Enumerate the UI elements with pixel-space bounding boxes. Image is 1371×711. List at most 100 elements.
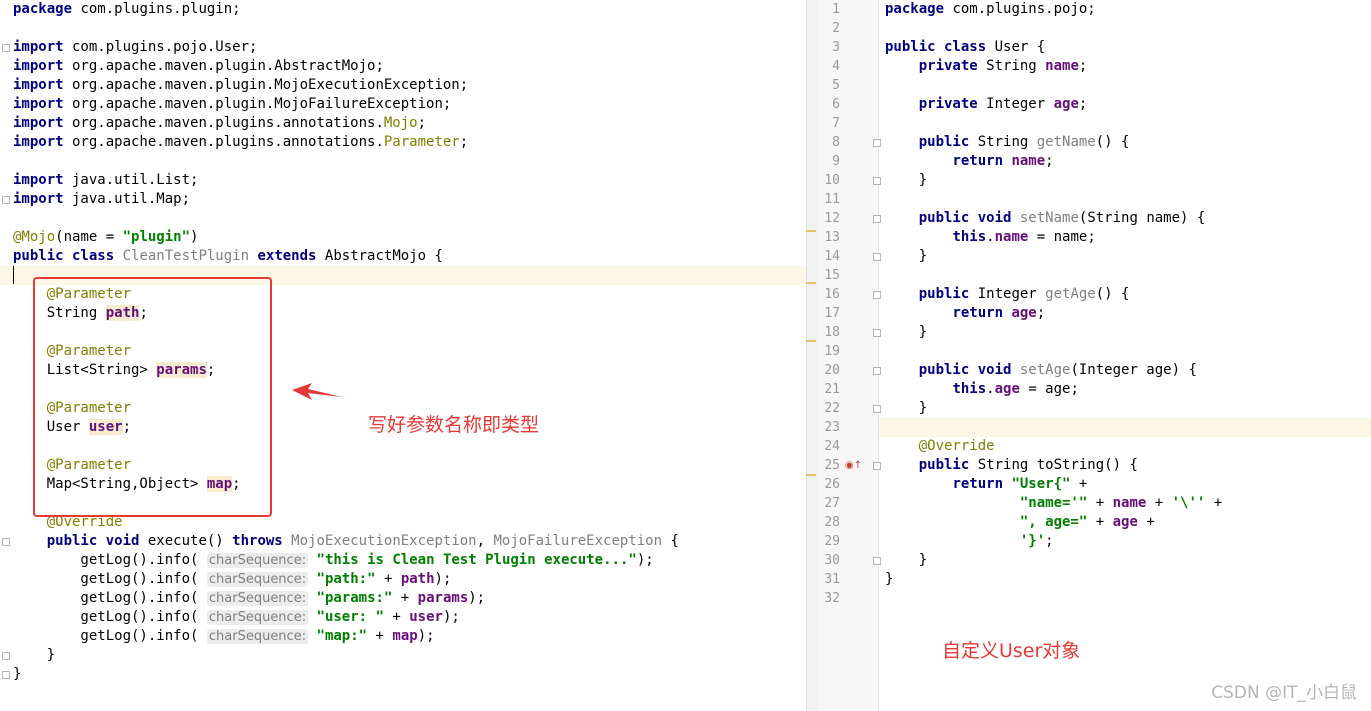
code-token: age xyxy=(994,381,1020,397)
code-line[interactable]: this.age = age; xyxy=(885,380,1078,399)
code-token: private xyxy=(918,58,978,74)
code-line[interactable]: getLog().info( charSequence: "user: " + … xyxy=(13,608,460,627)
code-line[interactable]: } xyxy=(885,570,893,589)
left-callout-text: 写好参数名称即类型 xyxy=(368,414,540,436)
fold-toggle[interactable] xyxy=(2,652,10,660)
code-line[interactable]: public void execute() throws MojoExecuti… xyxy=(13,532,679,551)
code-token: + xyxy=(383,609,410,625)
code-token: com.plugins.plugin; xyxy=(72,1,241,17)
code-line[interactable]: } xyxy=(885,399,927,418)
code-token: "name='" xyxy=(1019,495,1088,511)
code-token: MojoFailureException xyxy=(493,533,663,549)
change-marker[interactable] xyxy=(806,340,816,342)
code-token: name xyxy=(1112,495,1147,511)
code-token: public void xyxy=(918,210,1012,226)
change-marker[interactable] xyxy=(806,474,816,476)
code-line[interactable]: public String getName() { xyxy=(885,133,1130,152)
code-line[interactable]: import java.util.Map; xyxy=(13,190,190,209)
code-line[interactable]: import org.apache.maven.plugins.annotati… xyxy=(13,114,426,133)
code-line[interactable]: } xyxy=(885,247,927,266)
fold-toggle[interactable] xyxy=(2,196,10,204)
code-token: org.apache.maven.plugins.annotations. xyxy=(63,134,384,150)
code-line[interactable]: import com.plugins.pojo.User; xyxy=(13,38,257,57)
code-token: . xyxy=(986,381,995,397)
fold-toggle[interactable] xyxy=(873,462,881,470)
code-token: ; xyxy=(1078,96,1088,112)
code-line[interactable]: getLog().info( charSequence: "path:" + p… xyxy=(13,570,451,589)
code-line[interactable]: } xyxy=(885,551,927,570)
code-token: setAge xyxy=(1019,362,1071,378)
code-token: } xyxy=(885,400,928,416)
code-token: + xyxy=(1137,514,1155,530)
override-gutter-icon[interactable]: ◉↑ xyxy=(845,460,862,471)
right-callout-text: 自定义User对象 xyxy=(942,640,1081,662)
parameter-hint: charSequence: xyxy=(206,629,309,644)
code-line[interactable]: '}'; xyxy=(885,532,1054,551)
fold-toggle[interactable] xyxy=(873,367,881,375)
code-line[interactable]: ", age=" + age + xyxy=(885,513,1155,532)
line-number: 8 xyxy=(832,135,840,150)
change-marker[interactable] xyxy=(806,282,816,284)
left-editor[interactable]: package com.plugins.plugin; import com.pl… xyxy=(0,0,806,711)
code-token: () { xyxy=(1095,286,1130,302)
code-token: name xyxy=(994,229,1029,245)
code-token: AbstractMojo { xyxy=(316,248,443,264)
code-line[interactable]: import org.apache.maven.plugin.AbstractM… xyxy=(13,57,384,76)
code-line[interactable]: getLog().info( charSequence: "this is Cl… xyxy=(13,551,654,570)
watermark: CSDN @IT_小白鼠 xyxy=(1211,683,1357,703)
code-line[interactable]: public void setAge(Integer age) { xyxy=(885,361,1197,380)
code-line[interactable]: getLog().info( charSequence: "params:" +… xyxy=(13,589,485,608)
code-line[interactable]: "name='" + name + '\'' + xyxy=(885,494,1222,513)
line-number: 31 xyxy=(824,572,840,587)
code-line[interactable]: public class CleanTestPlugin extends Abs… xyxy=(13,247,443,266)
code-token: } xyxy=(885,324,928,340)
code-line[interactable]: package com.plugins.pojo; xyxy=(885,0,1096,19)
code-line[interactable]: } xyxy=(885,323,927,342)
fold-toggle[interactable] xyxy=(873,291,881,299)
code-line[interactable]: } xyxy=(13,665,21,684)
code-line[interactable]: import org.apache.maven.plugin.MojoExecu… xyxy=(13,76,468,95)
fold-toggle[interactable] xyxy=(873,329,881,337)
code-line[interactable]: } xyxy=(885,171,927,190)
code-line[interactable]: this.name = name; xyxy=(885,228,1096,247)
fold-toggle[interactable] xyxy=(873,215,881,223)
code-line[interactable]: import org.apache.maven.plugins.annotati… xyxy=(13,133,468,152)
fold-toggle[interactable] xyxy=(2,538,10,546)
code-line[interactable]: package com.plugins.plugin; xyxy=(13,0,241,19)
line-number: 24 xyxy=(824,439,840,454)
fold-toggle[interactable] xyxy=(873,177,881,185)
code-line[interactable]: public String toString() { xyxy=(885,456,1138,475)
code-line[interactable]: public Integer getAge() { xyxy=(885,285,1130,304)
fold-toggle[interactable] xyxy=(2,44,10,52)
code-line[interactable]: return age; xyxy=(885,304,1045,323)
code-token: () { xyxy=(1095,134,1130,150)
code-line[interactable]: public class User { xyxy=(885,38,1045,57)
code-token: = name; xyxy=(1028,229,1096,245)
code-line[interactable]: @Override xyxy=(885,437,995,456)
right-editor[interactable]: 1 2 3 4 5 6 7 8 9 10 11 12 13 14 15 16 17 18 19 20 21 22 23 24 2… xyxy=(818,0,1371,711)
code-line[interactable]: return name; xyxy=(885,152,1053,171)
code-line[interactable]: return "User{" + xyxy=(885,475,1087,494)
code-line[interactable]: private String name; xyxy=(885,57,1088,76)
fold-toggle[interactable] xyxy=(873,253,881,261)
code-line[interactable]: import org.apache.maven.plugin.MojoFailu… xyxy=(13,95,451,114)
code-line[interactable]: @Mojo(name = "plugin") xyxy=(13,228,198,247)
fold-toggle[interactable] xyxy=(873,405,881,413)
change-marker[interactable] xyxy=(806,230,816,232)
code-line[interactable]: import java.util.List; xyxy=(13,171,198,190)
code-line[interactable]: } xyxy=(13,646,55,665)
code-line[interactable]: getLog().info( charSequence: "map:" + ma… xyxy=(13,627,435,646)
fold-toggle[interactable] xyxy=(873,139,881,147)
fold-toggle[interactable] xyxy=(2,671,10,679)
line-number: 15 xyxy=(824,268,840,283)
code-token: package xyxy=(13,1,73,17)
code-token: getLog().info( xyxy=(13,590,207,606)
code-token: ); xyxy=(442,609,460,625)
code-line[interactable]: private Integer age; xyxy=(885,95,1088,114)
fold-toggle[interactable] xyxy=(873,557,881,565)
code-token: Integer xyxy=(977,96,1054,112)
code-line[interactable]: public void setName(String name) { xyxy=(885,209,1206,228)
